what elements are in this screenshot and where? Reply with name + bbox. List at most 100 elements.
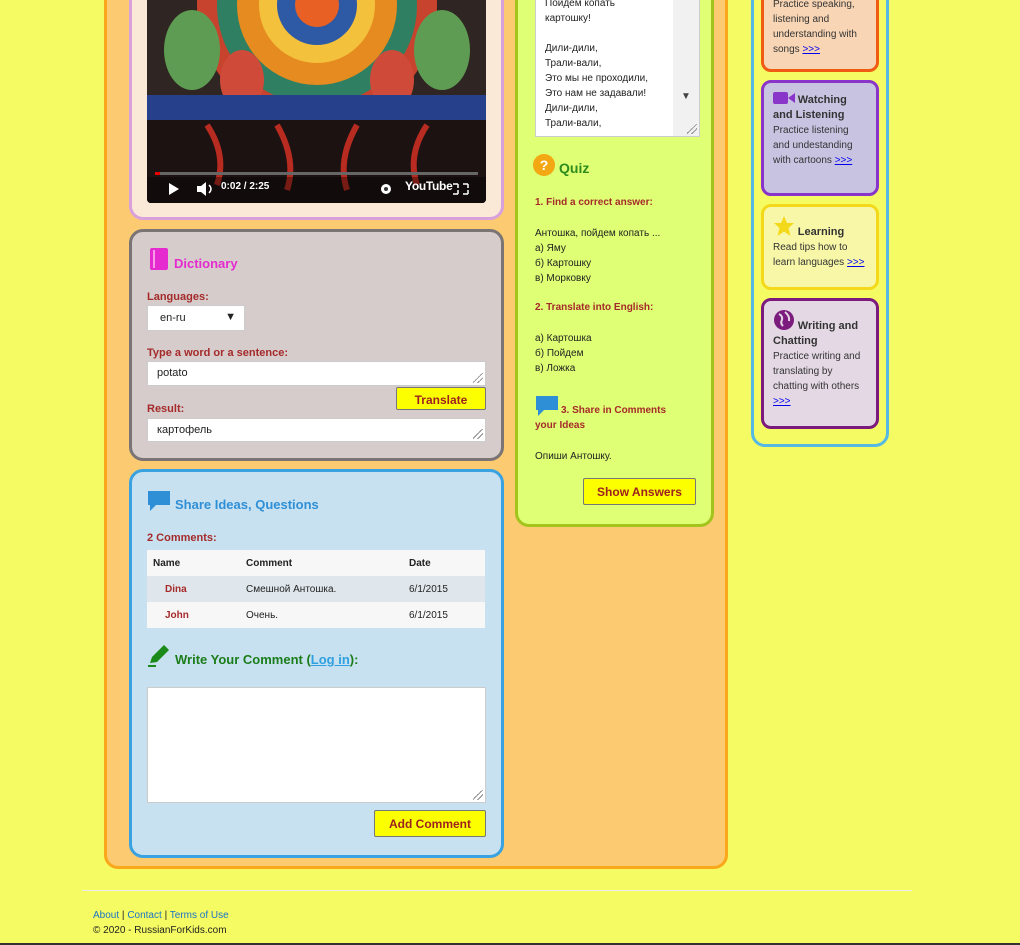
result-field[interactable]: картофель — [147, 418, 486, 442]
youtube-logo[interactable]: YouTube — [405, 179, 453, 193]
footer-divider — [82, 890, 912, 891]
card-text-line: Practice listening — [773, 125, 849, 136]
lyrics-line: Трали-вали, — [545, 118, 602, 129]
comment-text: Смешной Антошка. — [240, 576, 403, 602]
speech-bubble-icon — [536, 396, 558, 416]
writing-card[interactable]: Writing and Chatting Practice writing an… — [761, 298, 879, 429]
table-header-row: Name Comment Date — [147, 550, 485, 576]
resize-handle-icon[interactable] — [473, 373, 483, 383]
quiz-question-1-body: Антошка, пойдем копать ... а) Яму б) Кар… — [535, 226, 660, 286]
video-time: 0:02 / 2:25 — [221, 181, 270, 192]
comment-text: Очень. — [240, 602, 403, 628]
quiz-option: б) Пойдем — [535, 348, 584, 359]
globe-icon — [774, 310, 794, 330]
footer-terms-link[interactable]: Terms of Use — [170, 910, 229, 921]
video-camera-icon — [773, 92, 795, 104]
comment-author: Dina — [147, 576, 240, 602]
login-link[interactable]: Log in — [311, 652, 350, 667]
lyrics-line: Пойдем копать — [545, 0, 615, 9]
songs-more-link[interactable]: >>> — [802, 44, 820, 55]
video-player[interactable]: 0:02 / 2:25 YouTube — [147, 0, 486, 203]
card-text-line: Practice speaking, — [773, 0, 855, 10]
quiz-question-3-text: Опиши Антошку. — [535, 451, 612, 462]
quiz-header: ? Quiz — [533, 154, 589, 176]
quiz-question-2-body: а) Картошка б) Пойдем в) Ложка — [535, 331, 592, 376]
pencil-icon — [148, 645, 169, 667]
comment-date: 6/1/2015 — [403, 602, 485, 628]
show-answers-button[interactable]: Show Answers — [583, 478, 696, 505]
card-text-line: listening and — [773, 14, 830, 25]
quiz-option: б) Картошку — [535, 258, 592, 269]
quiz-question-1: 1. Find a correct answer: — [535, 197, 653, 208]
speech-bubble-icon — [148, 491, 170, 511]
share-title: Share Ideas, Questions — [175, 497, 319, 512]
svg-text:?: ? — [540, 157, 549, 173]
quiz-prompt: Антошка, пойдем копать ... — [535, 228, 661, 239]
write-comment-suffix: ): — [349, 652, 359, 667]
quiz-question-3-icon-wrap — [535, 395, 559, 420]
translate-button[interactable]: Translate — [396, 387, 486, 410]
cartoons-more-link[interactable]: >>> — [835, 155, 853, 166]
resize-handle-icon[interactable] — [473, 429, 483, 439]
songs-card[interactable]: Practice speaking, listening and underst… — [761, 0, 879, 72]
card-text-line: translating by — [773, 366, 833, 377]
card-text-line: learn languages — [773, 257, 847, 268]
writing-more-link[interactable]: >>> — [773, 396, 791, 407]
learning-more-link[interactable]: >>> — [847, 257, 865, 268]
footer-contact-link[interactable]: Contact — [127, 910, 161, 921]
quiz-option: в) Морковку — [535, 273, 591, 284]
cartoons-card[interactable]: Watching and Listening Practice listenin… — [761, 80, 879, 196]
word-input[interactable]: potato — [147, 361, 486, 386]
column-header-date: Date — [403, 550, 485, 576]
card-title: Learning — [797, 226, 845, 238]
lyrics-line: картошку! — [545, 13, 591, 24]
comments-table: Name Comment Date Dina Смешной Антошка. … — [147, 550, 485, 628]
lyrics-scrollbar[interactable]: ▼ — [673, 0, 699, 136]
comment-textarea[interactable] — [147, 687, 486, 803]
footer-about-link[interactable]: About — [93, 910, 119, 921]
lyrics-line: Это мы не проходили, — [545, 73, 648, 84]
card-text-line: songs — [773, 44, 803, 55]
footer-separator: | — [164, 910, 168, 921]
copyright: © 2020 - RussianForKids.com — [93, 925, 227, 936]
dictionary-header: Dictionary — [149, 247, 238, 271]
result-label: Result: — [147, 403, 185, 415]
table-row: John Очень. 6/1/2015 — [147, 602, 485, 628]
quiz-question-3: 3. Share in Comments — [561, 405, 667, 416]
share-header: Share Ideas, Questions — [147, 490, 319, 512]
comments-count: 2 Comments: — [147, 532, 217, 544]
resize-handle-icon[interactable] — [473, 790, 483, 800]
quiz-option: в) Ложка — [535, 363, 576, 374]
column-header-name: Name — [147, 550, 240, 576]
column-header-comment: Comment — [240, 550, 403, 576]
lyrics-box[interactable]: Пойдем копать картошку! Дили-дили, Трали… — [535, 0, 700, 137]
result-value: картофель — [157, 424, 213, 436]
video-frame — [147, 0, 486, 203]
lyrics-line: Это нам не задавали! — [545, 88, 647, 99]
quiz-option: а) Картошка — [535, 333, 592, 344]
card-text-line: Practice writing and — [773, 351, 861, 362]
card-text-line: understanding with — [773, 29, 857, 40]
table-row: Dina Смешной Антошка. 6/1/2015 — [147, 576, 485, 602]
question-icon: ? — [533, 154, 555, 176]
quiz-title: Quiz — [559, 160, 590, 176]
footer-separator: | — [121, 910, 125, 921]
lyrics-line: Дили-дили, — [545, 103, 598, 114]
lyrics-line: Дили-дили, — [545, 43, 598, 54]
scroll-down-icon[interactable]: ▼ — [681, 89, 691, 104]
card-text-line: with cartoons — [773, 155, 835, 166]
card-text-line: Read tips how to — [773, 242, 848, 253]
card-text-line: chatting with others — [773, 381, 860, 392]
comment-author: John — [147, 602, 240, 628]
resize-handle-icon[interactable] — [687, 124, 697, 134]
footer: About | Contact | Terms of Use © 2020 - … — [93, 908, 229, 938]
quiz-option: а) Яму — [535, 243, 566, 254]
language-select[interactable]: en-ru ▼ — [147, 305, 245, 331]
lyrics-line — [545, 26, 690, 41]
chevron-down-icon: ▼ — [225, 311, 236, 323]
lyrics-line: Трали-вали, — [545, 58, 602, 69]
add-comment-button[interactable]: Add Comment — [374, 810, 486, 837]
word-input-label: Type a word or a sentence: — [147, 347, 289, 359]
write-comment-header: Write Your Comment (Log in): — [147, 643, 358, 667]
learning-card[interactable]: Learning Read tips how to learn language… — [761, 204, 879, 290]
